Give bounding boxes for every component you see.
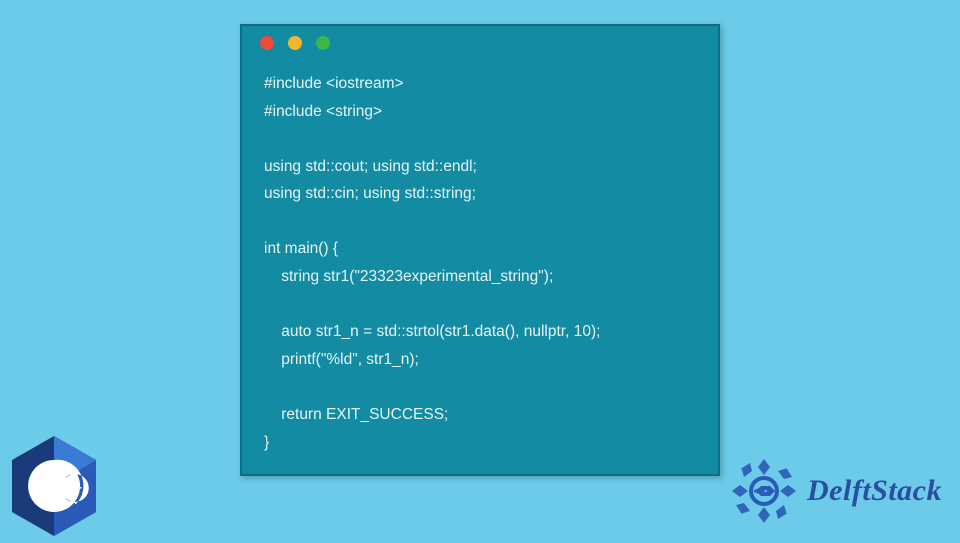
close-dot-icon xyxy=(260,36,274,50)
code-window: #include <iostream> #include <string> us… xyxy=(240,24,720,476)
code-block: #include <iostream> #include <string> us… xyxy=(242,60,718,474)
window-titlebar xyxy=(242,26,718,60)
brand-name: DelftStack xyxy=(807,474,942,508)
maximize-dot-icon xyxy=(316,36,330,50)
svg-text:</>: </> xyxy=(753,485,775,499)
minimize-dot-icon xyxy=(288,36,302,50)
cpp-logo-icon: ++ xyxy=(8,434,100,538)
svg-text:++: ++ xyxy=(68,481,82,495)
delftstack-brand: </> DelftStack xyxy=(729,456,942,526)
delftstack-logo-icon: </> xyxy=(729,456,799,526)
